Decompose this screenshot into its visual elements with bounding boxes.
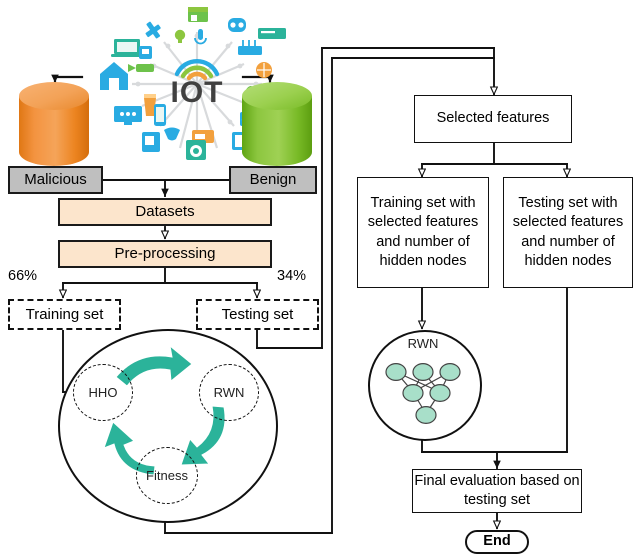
source-box-malicious: Malicious — [8, 166, 103, 194]
process-box-datasets: Datasets — [58, 198, 272, 226]
cycle-label-rwn: RWN — [213, 385, 245, 400]
end-label: End — [483, 533, 511, 550]
source-label-benign: Benign — [249, 171, 297, 189]
testing-set-label: Testing set — [221, 305, 294, 323]
box-selected-features: Selected features — [414, 95, 572, 143]
box-training-set-with-features: Training set with selected features and … — [357, 177, 489, 288]
preprocessing-label: Pre-processing — [114, 245, 216, 263]
cycle-node-rwn: RWN — [199, 364, 259, 421]
box-final-evaluation: Final evaluation based on testing set — [412, 469, 582, 513]
benign-database-cylinder — [238, 78, 316, 170]
dashed-box-testing-set: Testing set — [196, 299, 319, 330]
svg-text:IOT: IOT — [171, 76, 224, 109]
flowchart-canvas: IOT Malicious Benign Datasets Pre-proces… — [0, 0, 640, 558]
dashed-box-training-set: Training set — [8, 299, 121, 330]
cycle-node-fitness: Fitness — [136, 447, 198, 504]
cycle-label-fitness: Fitness — [146, 468, 188, 483]
selected-features-label: Selected features — [436, 110, 550, 127]
box-testing-set-with-features: Testing set with selected features and n… — [503, 177, 633, 288]
train-split-percent: 66% — [8, 268, 38, 284]
testing-with-features-label: Testing set with selected features and n… — [512, 195, 624, 269]
malicious-database-cylinder — [15, 78, 93, 170]
training-with-features-label: Training set with selected features and … — [367, 195, 479, 269]
training-set-label: Training set — [25, 305, 104, 323]
rwn-neural-net-graphic — [385, 362, 461, 424]
cycle-node-hho: HHO — [73, 364, 133, 421]
test-split-percent: 34% — [277, 268, 307, 284]
source-box-benign: Benign — [229, 166, 317, 194]
final-evaluation-label: Final evaluation based on testing set — [414, 472, 580, 508]
source-label-malicious: Malicious — [24, 171, 87, 189]
process-box-preprocessing: Pre-processing — [58, 240, 272, 268]
terminator-end: End — [465, 530, 529, 554]
datasets-label: Datasets — [135, 203, 195, 221]
cycle-label-hho: HHO — [88, 385, 118, 400]
